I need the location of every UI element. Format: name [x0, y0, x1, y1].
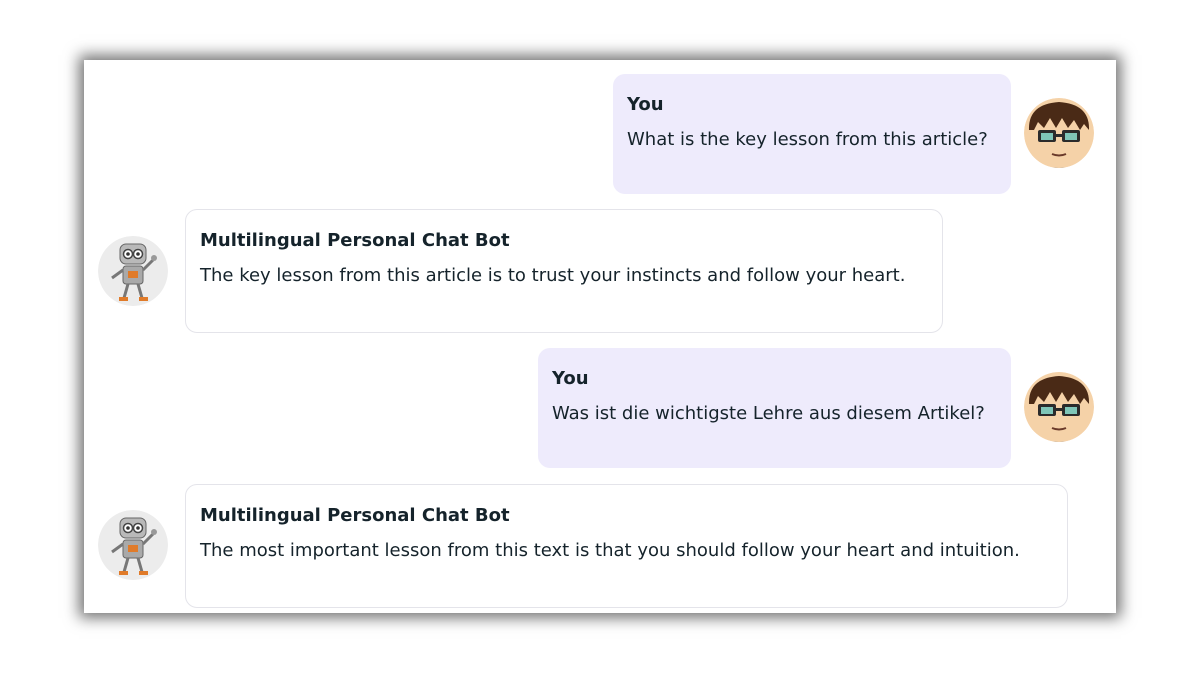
- user-avatar-icon: [1024, 98, 1094, 168]
- bot-message: Multilingual Personal Chat Bot The most …: [185, 484, 1068, 608]
- message-text: What is the key lesson from this article…: [627, 129, 988, 150]
- message-author: Multilingual Personal Chat Bot: [200, 505, 510, 526]
- user-message: You Was ist die wichtigste Lehre aus die…: [538, 348, 1011, 468]
- robot-avatar-icon: [98, 236, 168, 306]
- message-text: Was ist die wichtigste Lehre aus diesem …: [552, 403, 985, 424]
- message-author: You: [627, 94, 664, 115]
- chat-window: You What is the key lesson from this art…: [84, 60, 1116, 613]
- message-text: The key lesson from this article is to t…: [200, 265, 906, 286]
- bot-message: Multilingual Personal Chat Bot The key l…: [185, 209, 943, 333]
- robot-avatar-icon: [98, 510, 168, 580]
- user-message: You What is the key lesson from this art…: [613, 74, 1011, 194]
- user-avatar-icon: [1024, 372, 1094, 442]
- message-author: Multilingual Personal Chat Bot: [200, 230, 510, 251]
- message-text: The most important lesson from this text…: [200, 540, 1020, 561]
- message-author: You: [552, 368, 589, 389]
